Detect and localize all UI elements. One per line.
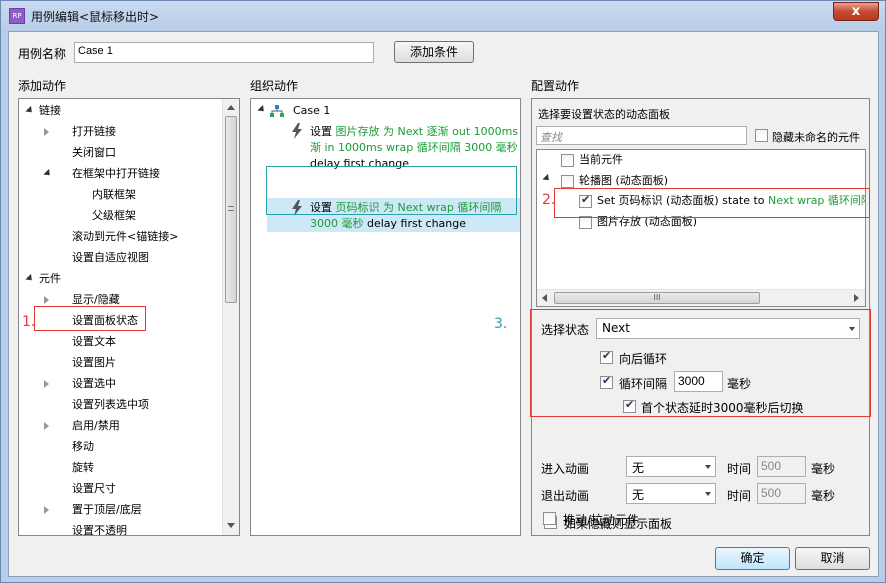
exit-anim-dropdown[interactable]: 无: [626, 483, 716, 504]
push-pull-checkbox[interactable]: [543, 512, 556, 525]
expand-arrow-icon[interactable]: [257, 104, 267, 115]
scroll-right-arrow-icon[interactable]: [854, 294, 859, 302]
tree-item[interactable]: 置于顶层/底层: [72, 500, 142, 520]
hide-unnamed-checkbox[interactable]: [755, 129, 768, 142]
expand-arrow-icon[interactable]: [43, 168, 53, 179]
exit-time-unit: 毫秒: [811, 489, 836, 503]
collapse-arrow-icon[interactable]: [44, 506, 49, 514]
add-condition-button[interactable]: 添加条件: [394, 41, 474, 63]
dropdown-arrow-icon: [705, 492, 711, 496]
tree-item[interactable]: 打开链接: [72, 122, 116, 142]
action-detail: 图片存放 为 Next 逐渐 out 1000ms 逐: [335, 125, 521, 138]
current-widget-label: 当前元件: [579, 153, 623, 166]
list-hscrollbar[interactable]: III: [537, 289, 865, 306]
collapse-arrow-icon[interactable]: [44, 422, 49, 430]
action-item-image-store[interactable]: 设置 图片存放 为 Next 逐渐 out 1000ms 逐 渐 in 1000…: [310, 124, 521, 172]
tree-item[interactable]: 关闭窗口: [72, 143, 116, 163]
tree-item[interactable]: 设置自适应视图: [72, 248, 149, 268]
enter-time-unit: 毫秒: [811, 462, 836, 476]
highlight-set-row: [554, 188, 870, 218]
title-bar[interactable]: RP 用例编辑<鼠标移出时> x: [1, 1, 885, 31]
hscroll-thumb[interactable]: III: [554, 292, 760, 304]
scroll-up-arrow-icon[interactable]: [227, 105, 235, 110]
organize-action-heading: 组织动作: [250, 79, 299, 93]
enter-time-input[interactable]: 500: [757, 456, 806, 477]
configure-panel-title: 选择要设置状态的动态面板: [538, 108, 670, 121]
tree-item[interactable]: 设置文本: [72, 332, 116, 352]
search-input[interactable]: 查找: [536, 126, 747, 145]
tree-item[interactable]: 内联框架: [92, 185, 136, 205]
collapse-arrow-icon[interactable]: [44, 380, 49, 388]
annotation-1: 1.: [22, 314, 36, 330]
expand-arrow-icon[interactable]: [25, 273, 35, 284]
collapse-arrow-icon[interactable]: [44, 296, 49, 304]
tree-item[interactable]: 设置不透明: [72, 521, 127, 535]
add-action-heading: 添加动作: [18, 79, 67, 93]
action-detail: delay first change: [363, 217, 467, 230]
close-button[interactable]: x: [833, 2, 879, 21]
enter-anim-value: 无: [632, 461, 645, 475]
tree-item[interactable]: 父级框架: [92, 206, 136, 226]
add-action-scrollbar[interactable]: [222, 99, 239, 535]
ok-button[interactable]: 确定: [715, 547, 790, 570]
dialog-client: 用例名称 Case 1 添加条件 添加动作 组织动作 配置动作 链接 打开链接 关闭…: [8, 31, 879, 577]
tree-item[interactable]: 滚动到元件<锚链接>: [72, 227, 178, 247]
case-name-label: 用例名称: [18, 47, 67, 61]
window-title: 用例编辑<鼠标移出时>: [31, 10, 160, 24]
highlight-set-panel-state: [34, 306, 146, 331]
tree-item[interactable]: 设置选中: [72, 374, 116, 394]
tree-item[interactable]: 在框架中打开链接: [72, 164, 160, 184]
enter-time-label: 时间: [727, 462, 752, 476]
scroll-down-arrow-icon[interactable]: [227, 523, 235, 528]
highlight-selected-action: [266, 166, 517, 215]
case-icon: [270, 105, 284, 117]
push-pull-label: 推动/拉动元件: [563, 513, 640, 527]
hide-unnamed-label: 隐藏未命名的元件: [772, 131, 860, 144]
carousel-checkbox[interactable]: [561, 175, 574, 188]
case-name-input[interactable]: Case 1: [74, 42, 374, 63]
enter-anim-dropdown[interactable]: 无: [626, 456, 716, 477]
tree-item[interactable]: 元件: [39, 269, 61, 289]
current-widget-checkbox[interactable]: [561, 154, 574, 167]
configure-action-heading: 配置动作: [531, 79, 580, 93]
action-detail: 3000 毫秒: [310, 217, 364, 230]
tree-item[interactable]: 设置列表选中项: [72, 395, 149, 415]
enter-anim-label: 进入动画: [541, 462, 590, 476]
exit-anim-label: 退出动画: [541, 489, 590, 503]
exit-anim-value: 无: [632, 488, 645, 502]
grip-icon: [228, 206, 234, 211]
scroll-left-arrow-icon[interactable]: [542, 294, 547, 302]
exit-time-input[interactable]: 500: [757, 483, 806, 504]
expand-arrow-icon[interactable]: [25, 105, 35, 116]
tree-item[interactable]: 设置图片: [72, 353, 116, 373]
collapse-arrow-icon[interactable]: [44, 128, 49, 136]
organize-action-panel: Case 1 设置 图片存放 为 Next 逐渐 out 1000ms 逐 渐 …: [250, 98, 521, 536]
lightning-icon: [292, 123, 302, 139]
highlight-state-options: [530, 309, 871, 417]
panel-list: 当前元件 轮播图 (动态面板) Set 页码标识 (动态面板) state to…: [536, 149, 866, 307]
tree-item[interactable]: 链接: [39, 101, 61, 121]
case-1-label[interactable]: Case 1: [293, 101, 330, 121]
action-prefix: 设置: [310, 125, 336, 138]
expand-arrow-icon[interactable]: [542, 173, 552, 184]
annotation-2: 2.: [542, 192, 556, 208]
exit-time-label: 时间: [727, 489, 752, 503]
dropdown-arrow-icon: [705, 465, 711, 469]
dialog-window: RP 用例编辑<鼠标移出时> x 用例名称 Case 1 添加条件 添加动作 组…: [0, 0, 886, 583]
tree-item[interactable]: 移动: [72, 437, 94, 457]
tree-item[interactable]: 启用/禁用: [72, 416, 120, 436]
tree-item[interactable]: 设置尺寸: [72, 479, 116, 499]
cancel-button[interactable]: 取消: [795, 547, 870, 570]
annotation-3: 3.: [494, 316, 508, 332]
action-detail: 渐 in 1000ms wrap 循环间隔 3000 毫秒: [310, 141, 518, 154]
tree-item[interactable]: 旋转: [72, 458, 94, 478]
axure-app-icon: RP: [9, 8, 25, 24]
